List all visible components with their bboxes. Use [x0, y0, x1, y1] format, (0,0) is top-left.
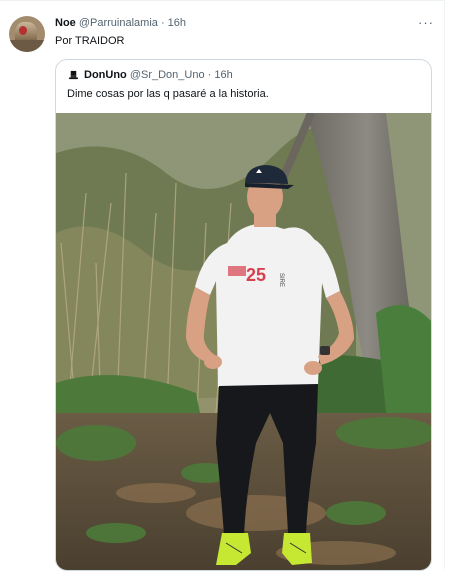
top-divider: [0, 0, 445, 1]
tweet-time[interactable]: 16h: [168, 17, 186, 29]
quoted-time-separator: ·: [207, 69, 212, 81]
svg-text:25: 25: [246, 265, 266, 285]
quoted-tweet-header: DonUno @Sr_Don_Uno · 16h: [84, 68, 233, 83]
top-hat-icon[interactable]: [67, 69, 79, 81]
quoted-tweet-time[interactable]: 16h: [214, 69, 232, 81]
tweet-text: Por TRAIDOR: [55, 35, 125, 47]
author-handle[interactable]: @Parruinalamia: [79, 17, 158, 29]
right-divider: [444, 0, 445, 569]
quoted-author-name[interactable]: DonUno: [84, 69, 127, 81]
quoted-tweet-photo[interactable]: 25 SIRE: [56, 113, 431, 570]
more-horizontal-icon[interactable]: ···: [418, 15, 434, 31]
quoted-tweet-text: Dime cosas por las q pasaré a la histori…: [67, 88, 269, 100]
time-separator: ·: [160, 17, 165, 29]
quoted-tweet[interactable]: DonUno @Sr_Don_Uno · 16h Dime cosas por …: [55, 59, 432, 571]
avatar[interactable]: [9, 16, 45, 52]
quoted-author-handle[interactable]: @Sr_Don_Uno: [130, 69, 205, 81]
svg-text:SIRE: SIRE: [278, 273, 284, 287]
tweet-header: Noe @Parruinalamia · 16h: [55, 15, 186, 31]
author-name[interactable]: Noe: [55, 17, 76, 29]
